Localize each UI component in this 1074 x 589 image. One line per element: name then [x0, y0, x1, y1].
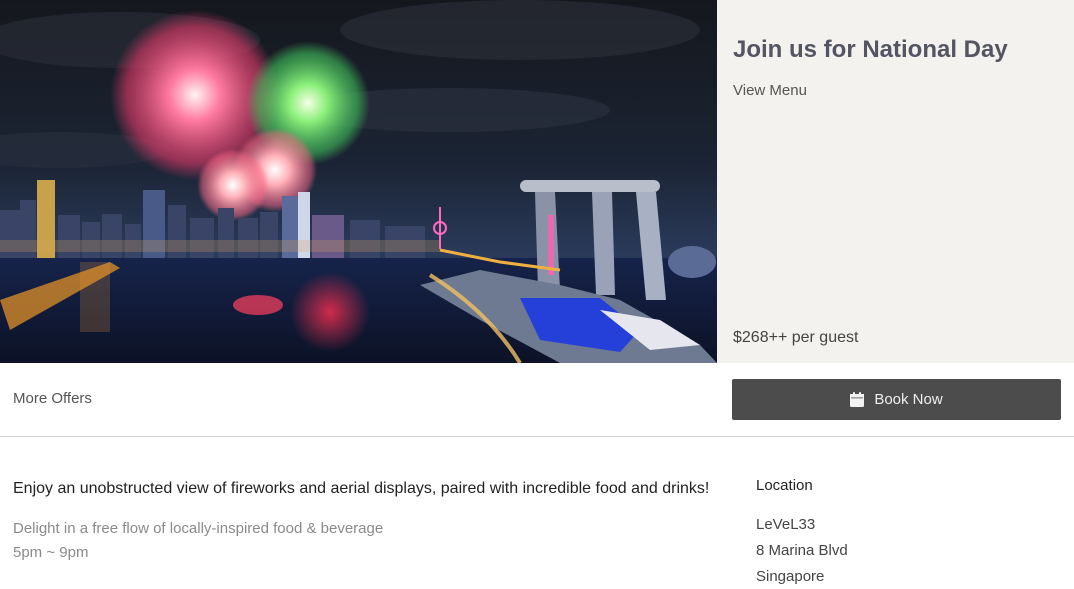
offer-title: Join us for National Day	[733, 36, 1008, 63]
location-venue: LeVeL33	[756, 516, 816, 533]
calendar-icon	[850, 392, 865, 407]
more-offers-link[interactable]: More Offers	[13, 390, 92, 407]
offer-panel: Join us for National Day View Menu $268+…	[717, 0, 1074, 363]
location-street: 8 Marina Blvd	[756, 542, 848, 559]
offer-time: 5pm ~ 9pm	[13, 544, 89, 561]
book-now-button[interactable]: Book Now	[732, 379, 1061, 420]
location-city: Singapore	[756, 568, 825, 585]
location-heading: Location	[756, 477, 813, 494]
offer-subdescription: Delight in a free flow of locally-inspir…	[13, 520, 384, 537]
offer-price: $268++ per guest	[733, 329, 859, 346]
view-menu-link[interactable]: View Menu	[733, 82, 807, 99]
offer-description: Enjoy an unobstructed view of fireworks …	[13, 480, 710, 497]
book-now-label: Book Now	[874, 391, 943, 408]
hero-image	[0, 0, 717, 363]
section-divider	[0, 436, 1074, 437]
